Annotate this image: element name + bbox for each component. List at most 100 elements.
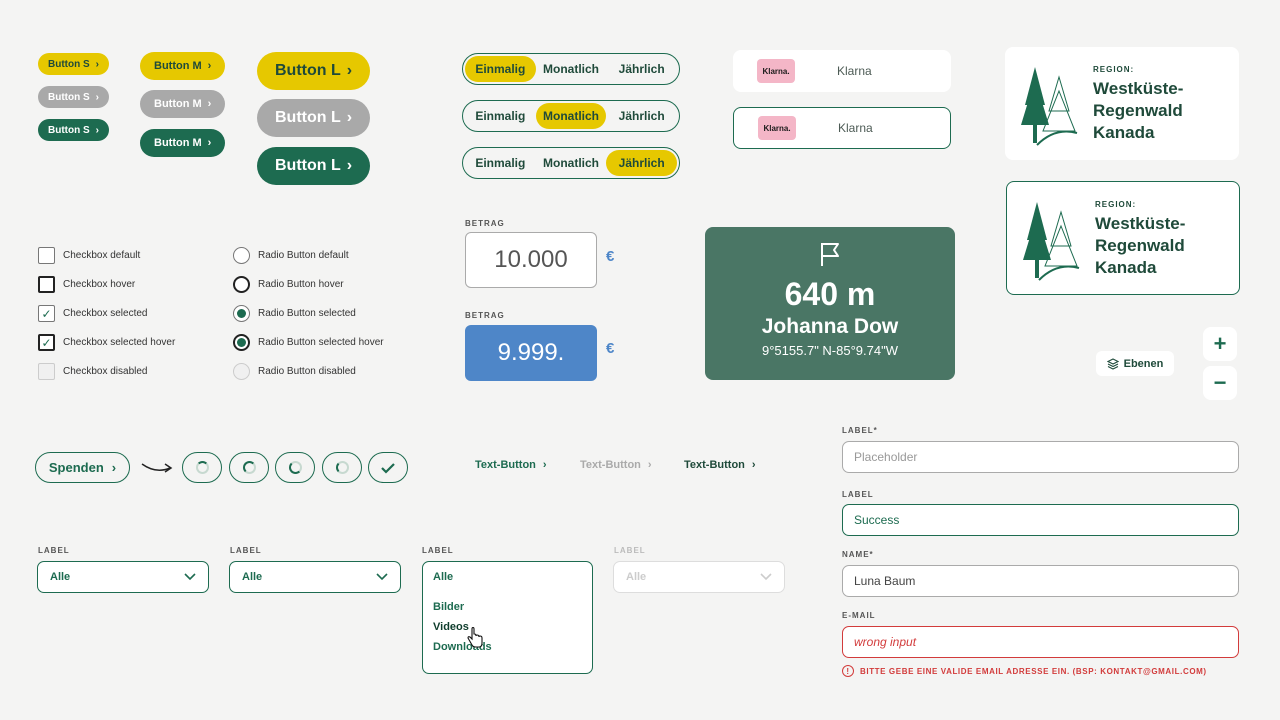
- radio-label: Radio Button hover: [258, 279, 344, 290]
- checkbox-label: Checkbox disabled: [63, 366, 148, 377]
- zoom-out-button[interactable]: −: [1203, 366, 1237, 400]
- button-s-green[interactable]: Button S ›: [38, 119, 109, 141]
- select-dropdown[interactable]: Alle: [37, 561, 209, 593]
- checkbox-default[interactable]: Checkbox default: [38, 247, 140, 264]
- text-button-label: Text-Button: [684, 459, 745, 471]
- success-button[interactable]: [368, 452, 408, 483]
- button-m-yellow[interactable]: Button M ›: [140, 52, 226, 80]
- loading-button[interactable]: [229, 452, 269, 483]
- loading-button[interactable]: [275, 452, 315, 483]
- text-button[interactable]: Text-Button ›: [475, 459, 547, 471]
- region-card-selected[interactable]: REGION: Westküste- Regenwald Kanada: [1006, 181, 1240, 295]
- klarna-payment-option-selected[interactable]: Klarna. Klarna: [733, 107, 951, 149]
- checkbox-label: Checkbox hover: [63, 279, 136, 290]
- chevron-right-icon: ›: [346, 62, 353, 79]
- region-card[interactable]: REGION: Westküste- Regenwald Kanada: [1005, 47, 1239, 160]
- button-label: Button M: [154, 60, 202, 72]
- field-label: LABEL: [842, 490, 874, 499]
- layers-button[interactable]: Ebenen: [1096, 351, 1174, 376]
- button-l-yellow[interactable]: Button L ›: [257, 52, 371, 90]
- klarna-payment-option[interactable]: Klarna. Klarna: [733, 50, 951, 92]
- checkbox-hover[interactable]: Checkbox hover: [38, 276, 135, 293]
- amount-label: BETRAG: [465, 219, 505, 228]
- select-option[interactable]: Bilder: [433, 601, 582, 613]
- chevron-right-icon: ›: [95, 91, 99, 103]
- frequency-option[interactable]: Monatlich: [536, 150, 607, 176]
- frequency-option[interactable]: Einmalig: [465, 56, 536, 82]
- frequency-option[interactable]: Einmalig: [465, 150, 536, 176]
- loading-button[interactable]: [182, 452, 222, 483]
- amount-input[interactable]: 10.000: [465, 232, 597, 288]
- text-input-placeholder[interactable]: Placeholder: [842, 441, 1239, 473]
- donate-button[interactable]: Spenden ›: [35, 452, 130, 483]
- region-title-line: Westküste-: [1093, 79, 1184, 98]
- amount-input-active[interactable]: 9.999.: [465, 325, 597, 381]
- text-button-disabled: Text-Button ›: [580, 459, 652, 471]
- field-label: NAME*: [842, 550, 874, 559]
- button-label: Button S: [48, 124, 90, 136]
- spinner-icon: [242, 461, 256, 474]
- select-label: LABEL: [230, 546, 262, 555]
- checkbox-box: [38, 276, 55, 293]
- email-input-error[interactable]: wrong input: [842, 626, 1239, 658]
- chevron-right-icon: ›: [111, 460, 117, 475]
- radio-selected[interactable]: Radio Button selected: [233, 305, 356, 322]
- radio-circle: [233, 276, 250, 293]
- checkbox-selected[interactable]: ✓ Checkbox selected: [38, 305, 148, 322]
- name-input[interactable]: Luna Baum: [842, 565, 1239, 597]
- region-title-line: Westküste-: [1095, 214, 1186, 233]
- radio-selected-hover[interactable]: Radio Button selected hover: [233, 334, 384, 351]
- button-m-green[interactable]: Button M ›: [140, 129, 226, 157]
- select-value: Alle: [50, 571, 71, 583]
- spinner-icon: [335, 461, 349, 474]
- select-dropdown-hover[interactable]: Alle: [229, 561, 401, 593]
- chevron-right-icon: ›: [346, 109, 353, 126]
- klarna-label: Klarna: [838, 121, 873, 135]
- arrow-icon: [141, 463, 173, 473]
- select-option[interactable]: Downloads: [433, 641, 582, 653]
- text-button-hover[interactable]: Text-Button ›: [684, 459, 756, 471]
- region-title-line: Kanada: [1095, 258, 1157, 277]
- button-m-gray[interactable]: Button M ›: [140, 90, 226, 118]
- radio-label: Radio Button disabled: [258, 366, 356, 377]
- chevron-right-icon: ›: [542, 459, 547, 471]
- frequency-option[interactable]: Jährlich: [606, 150, 678, 176]
- text-button-label: Text-Button: [475, 459, 536, 471]
- button-s-yellow[interactable]: Button S ›: [38, 53, 109, 75]
- select-option-hover[interactable]: Videos: [433, 621, 582, 633]
- radio-hover[interactable]: Radio Button hover: [233, 276, 344, 293]
- button-s-gray[interactable]: Button S ›: [38, 86, 109, 108]
- chevron-right-icon: ›: [95, 124, 99, 136]
- button-l-gray[interactable]: Button L ›: [257, 99, 371, 137]
- frequency-option[interactable]: Einmalig: [465, 103, 536, 129]
- checkbox-label: Checkbox selected: [63, 308, 148, 319]
- radio-disabled: Radio Button disabled: [233, 363, 356, 380]
- frequency-option[interactable]: Jährlich: [606, 103, 677, 129]
- klarna-logo: Klarna.: [757, 59, 795, 83]
- button-l-green[interactable]: Button L ›: [257, 147, 371, 185]
- spinner-icon: [288, 461, 302, 474]
- checkbox-selected-hover[interactable]: ✓ Checkbox selected hover: [38, 334, 175, 351]
- field-label: LABEL*: [842, 426, 878, 435]
- select-dropdown-disabled: Alle: [613, 561, 785, 593]
- frequency-toggle: Einmalig Monatlich Jährlich: [462, 53, 680, 85]
- currency-symbol: €: [606, 248, 615, 265]
- chevron-right-icon: ›: [207, 137, 212, 149]
- frequency-option[interactable]: Monatlich: [536, 56, 607, 82]
- select-label: LABEL: [422, 546, 454, 555]
- select-dropdown-open[interactable]: Alle Bilder Videos Downloads: [422, 561, 593, 674]
- layers-label: Ebenen: [1123, 357, 1164, 370]
- radio-default[interactable]: Radio Button default: [233, 247, 349, 264]
- loading-button[interactable]: [322, 452, 362, 483]
- frequency-option[interactable]: Monatlich: [535, 103, 607, 129]
- button-label: Button L: [275, 109, 341, 126]
- text-input-success[interactable]: Success: [842, 504, 1239, 536]
- currency-symbol: €: [606, 340, 615, 357]
- klarna-label: Klarna: [837, 64, 872, 78]
- checkbox-label: Checkbox default: [63, 250, 141, 261]
- frequency-option[interactable]: Jährlich: [606, 56, 677, 82]
- select-label: LABEL: [614, 546, 646, 555]
- checkbox-box: [38, 247, 55, 264]
- zoom-in-button[interactable]: +: [1203, 327, 1237, 361]
- chevron-down-icon: [376, 573, 388, 581]
